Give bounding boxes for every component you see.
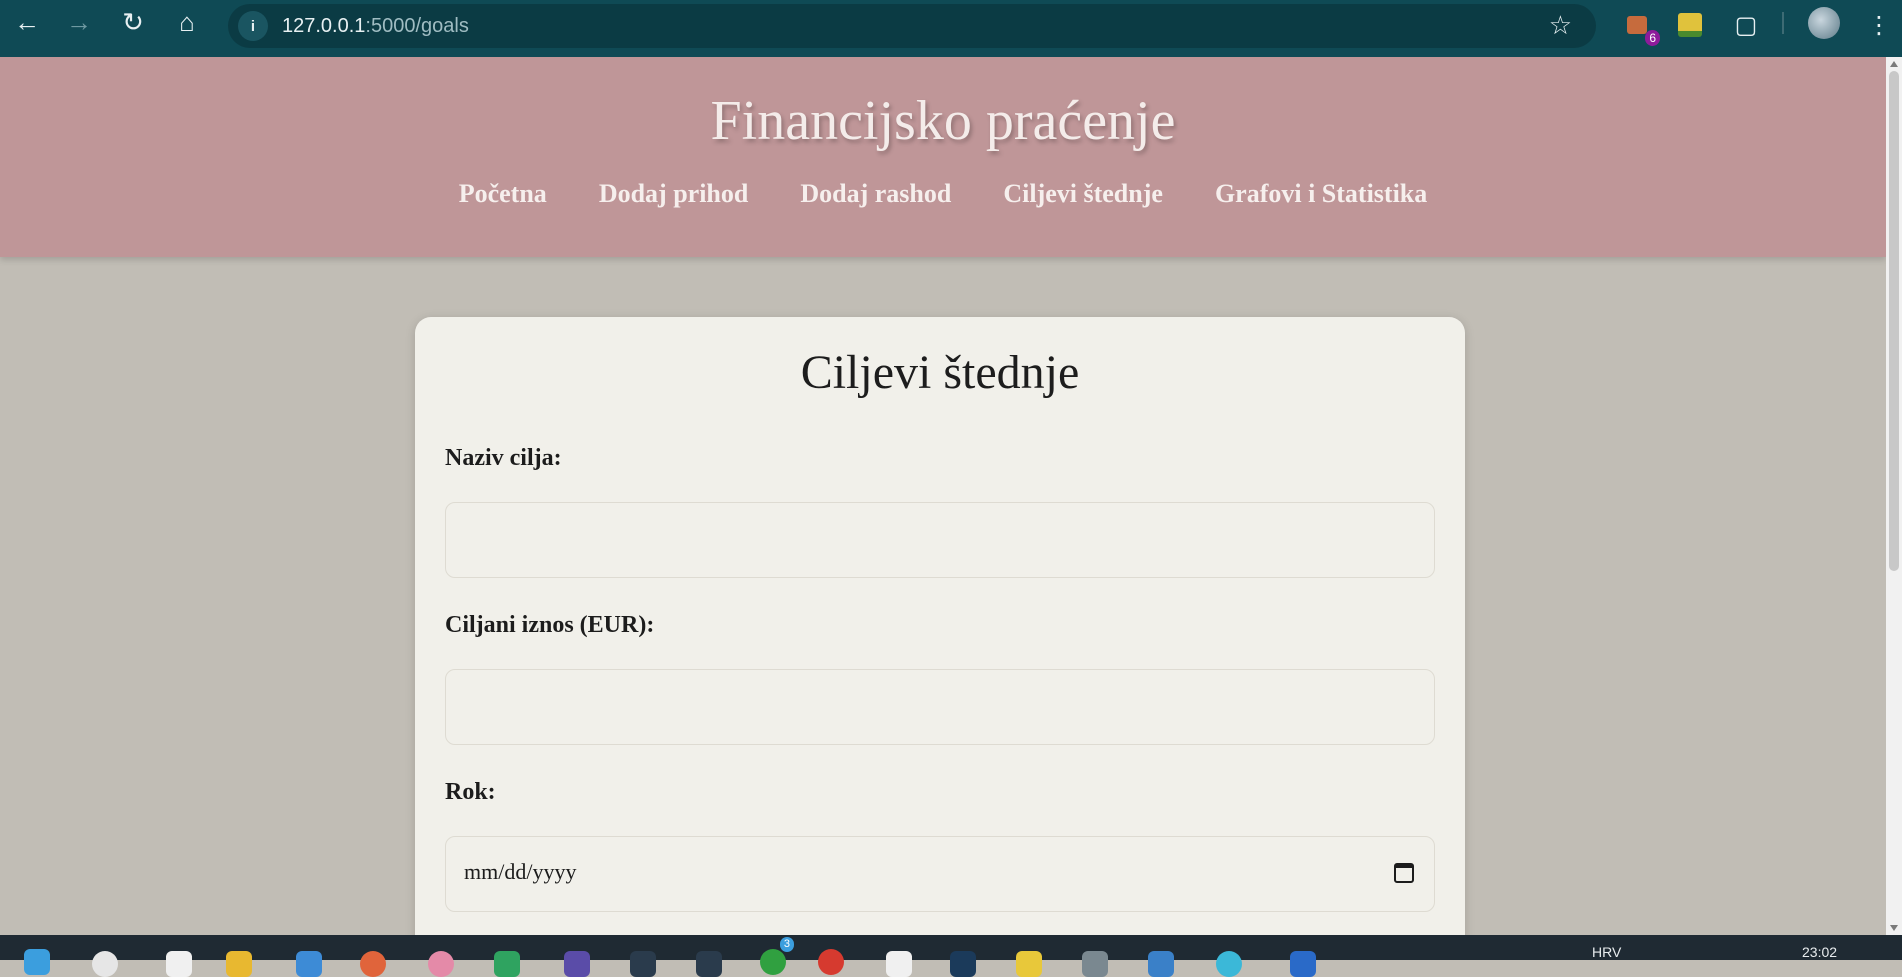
back-icon[interactable]: ← — [0, 0, 54, 44]
file-explorer-icon[interactable] — [226, 951, 252, 977]
scrollbar-thumb[interactable] — [1889, 71, 1899, 571]
address-bar[interactable]: i 127.0.0.1:5000/goals ☆ — [228, 4, 1596, 48]
app-icon-gray[interactable] — [1082, 951, 1108, 977]
forward-icon[interactable]: → — [52, 0, 106, 44]
profile-avatar[interactable] — [1808, 7, 1840, 39]
nav-link-dodaj-prihod[interactable]: Dodaj prihod — [599, 179, 749, 209]
url-text[interactable]: 127.0.0.1:5000/goals — [282, 15, 469, 38]
clock[interactable]: 23:02 — [1802, 944, 1837, 960]
game-logo-icon — [1678, 13, 1702, 37]
search-icon[interactable] — [92, 951, 118, 977]
extensions-puzzle-icon[interactable]: ▢ — [1729, 8, 1763, 42]
goals-form-card: Ciljevi štednje Naziv cilja: Ciljani izn… — [415, 317, 1465, 935]
date-placeholder: mm/dd/yyyy — [464, 859, 577, 884]
app-icon-orange[interactable] — [360, 951, 386, 977]
calendar-icon[interactable] — [1394, 863, 1414, 883]
page-scrollbar[interactable] — [1886, 57, 1902, 935]
toolbar-divider — [1782, 12, 1784, 34]
scroll-down-icon[interactable] — [1890, 925, 1898, 931]
goal-name-label: Naziv cilja: — [445, 445, 562, 471]
site-header: Financijsko praćenje Početna Dodaj priho… — [0, 57, 1886, 257]
app-icon-dark-2[interactable] — [696, 951, 722, 977]
os-taskbar: 3 HRV 23:02 — [0, 935, 1902, 977]
extension-badge: 6 — [1645, 30, 1660, 46]
app-icon-purple[interactable] — [564, 951, 590, 977]
notification-badge: 3 — [779, 937, 794, 952]
app-icon-pink[interactable] — [428, 951, 454, 977]
scroll-up-icon[interactable] — [1890, 61, 1898, 67]
extension-icon[interactable]: 6 — [1620, 8, 1660, 46]
app-icon-green[interactable] — [494, 951, 520, 977]
app-icon-blue[interactable] — [296, 951, 322, 977]
site-info-icon[interactable]: i — [238, 11, 268, 41]
app-icon-blue-2[interactable] — [1290, 951, 1316, 977]
nav-link-pocetna[interactable]: Početna — [459, 179, 547, 209]
url-path: :5000/goals — [365, 14, 469, 37]
extension-game-icon[interactable] — [1673, 8, 1707, 42]
whatsapp-icon[interactable]: 3 — [760, 937, 794, 975]
nav-link-dodaj-rashod[interactable]: Dodaj rashod — [800, 179, 951, 209]
extension-logo-icon — [1627, 16, 1647, 34]
nav-link-ciljevi-stednje[interactable]: Ciljevi štednje — [1003, 179, 1163, 209]
home-icon[interactable]: ⌂ — [160, 0, 214, 44]
document-icon[interactable] — [886, 951, 912, 977]
nav-link-grafovi[interactable]: Grafovi i Statistika — [1215, 179, 1427, 209]
start-icon[interactable] — [24, 949, 50, 975]
main-nav: Početna Dodaj prihod Dodaj rashod Ciljev… — [0, 179, 1886, 209]
app-icon-cyan[interactable] — [1216, 951, 1242, 977]
url-host: 127.0.0.1 — [282, 14, 366, 37]
bookmark-star-icon[interactable]: ☆ — [1549, 10, 1572, 41]
app-icon-navy[interactable] — [950, 951, 976, 977]
reload-icon[interactable]: ↻ — [106, 0, 160, 44]
browser-toolbar: ← → ↻ ⌂ i 127.0.0.1:5000/goals ☆ 6 ▢ ⋮ — [0, 0, 1902, 57]
site-title: Financijsko praćenje — [710, 90, 1176, 152]
target-amount-input[interactable] — [445, 669, 1435, 745]
menu-kebab-icon[interactable]: ⋮ — [1862, 8, 1896, 42]
app-icon-dark[interactable] — [630, 951, 656, 977]
form-heading: Ciljevi štednje — [800, 346, 1080, 399]
page-viewport: Financijsko praćenje Početna Dodaj priho… — [0, 57, 1886, 935]
target-amount-label: Ciljani iznos (EUR): — [445, 612, 655, 638]
chrome-icon[interactable] — [818, 949, 844, 975]
deadline-date-input[interactable]: mm/dd/yyyy — [445, 836, 1435, 912]
goal-name-input[interactable] — [445, 502, 1435, 578]
app-icon-check[interactable] — [1148, 951, 1174, 977]
task-view-icon[interactable] — [166, 951, 192, 977]
deadline-label: Rok: — [445, 779, 496, 805]
language-indicator[interactable]: HRV — [1592, 944, 1621, 960]
notes-icon[interactable] — [1016, 951, 1042, 977]
